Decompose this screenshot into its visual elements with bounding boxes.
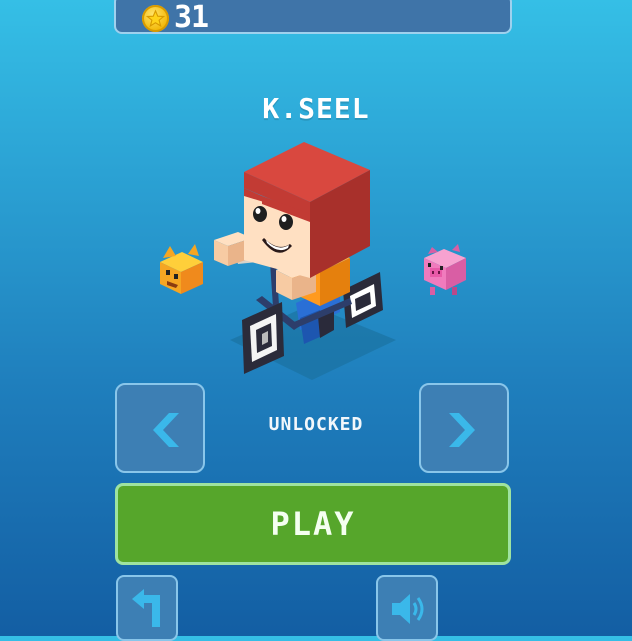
sound-toggle-button[interactable] (376, 575, 438, 641)
pink-pig-icon (424, 244, 466, 295)
speaker-icon (392, 594, 424, 624)
character-status: UNLOCKED (268, 414, 364, 435)
chevron-right-icon (449, 413, 475, 447)
orange-cat-icon (160, 244, 203, 294)
back-button[interactable] (116, 575, 178, 641)
play-button[interactable]: PLAY (115, 483, 511, 565)
next-character-button[interactable] (419, 383, 509, 473)
back-arrow-icon (132, 589, 160, 627)
play-button-label: PLAY (270, 505, 356, 543)
